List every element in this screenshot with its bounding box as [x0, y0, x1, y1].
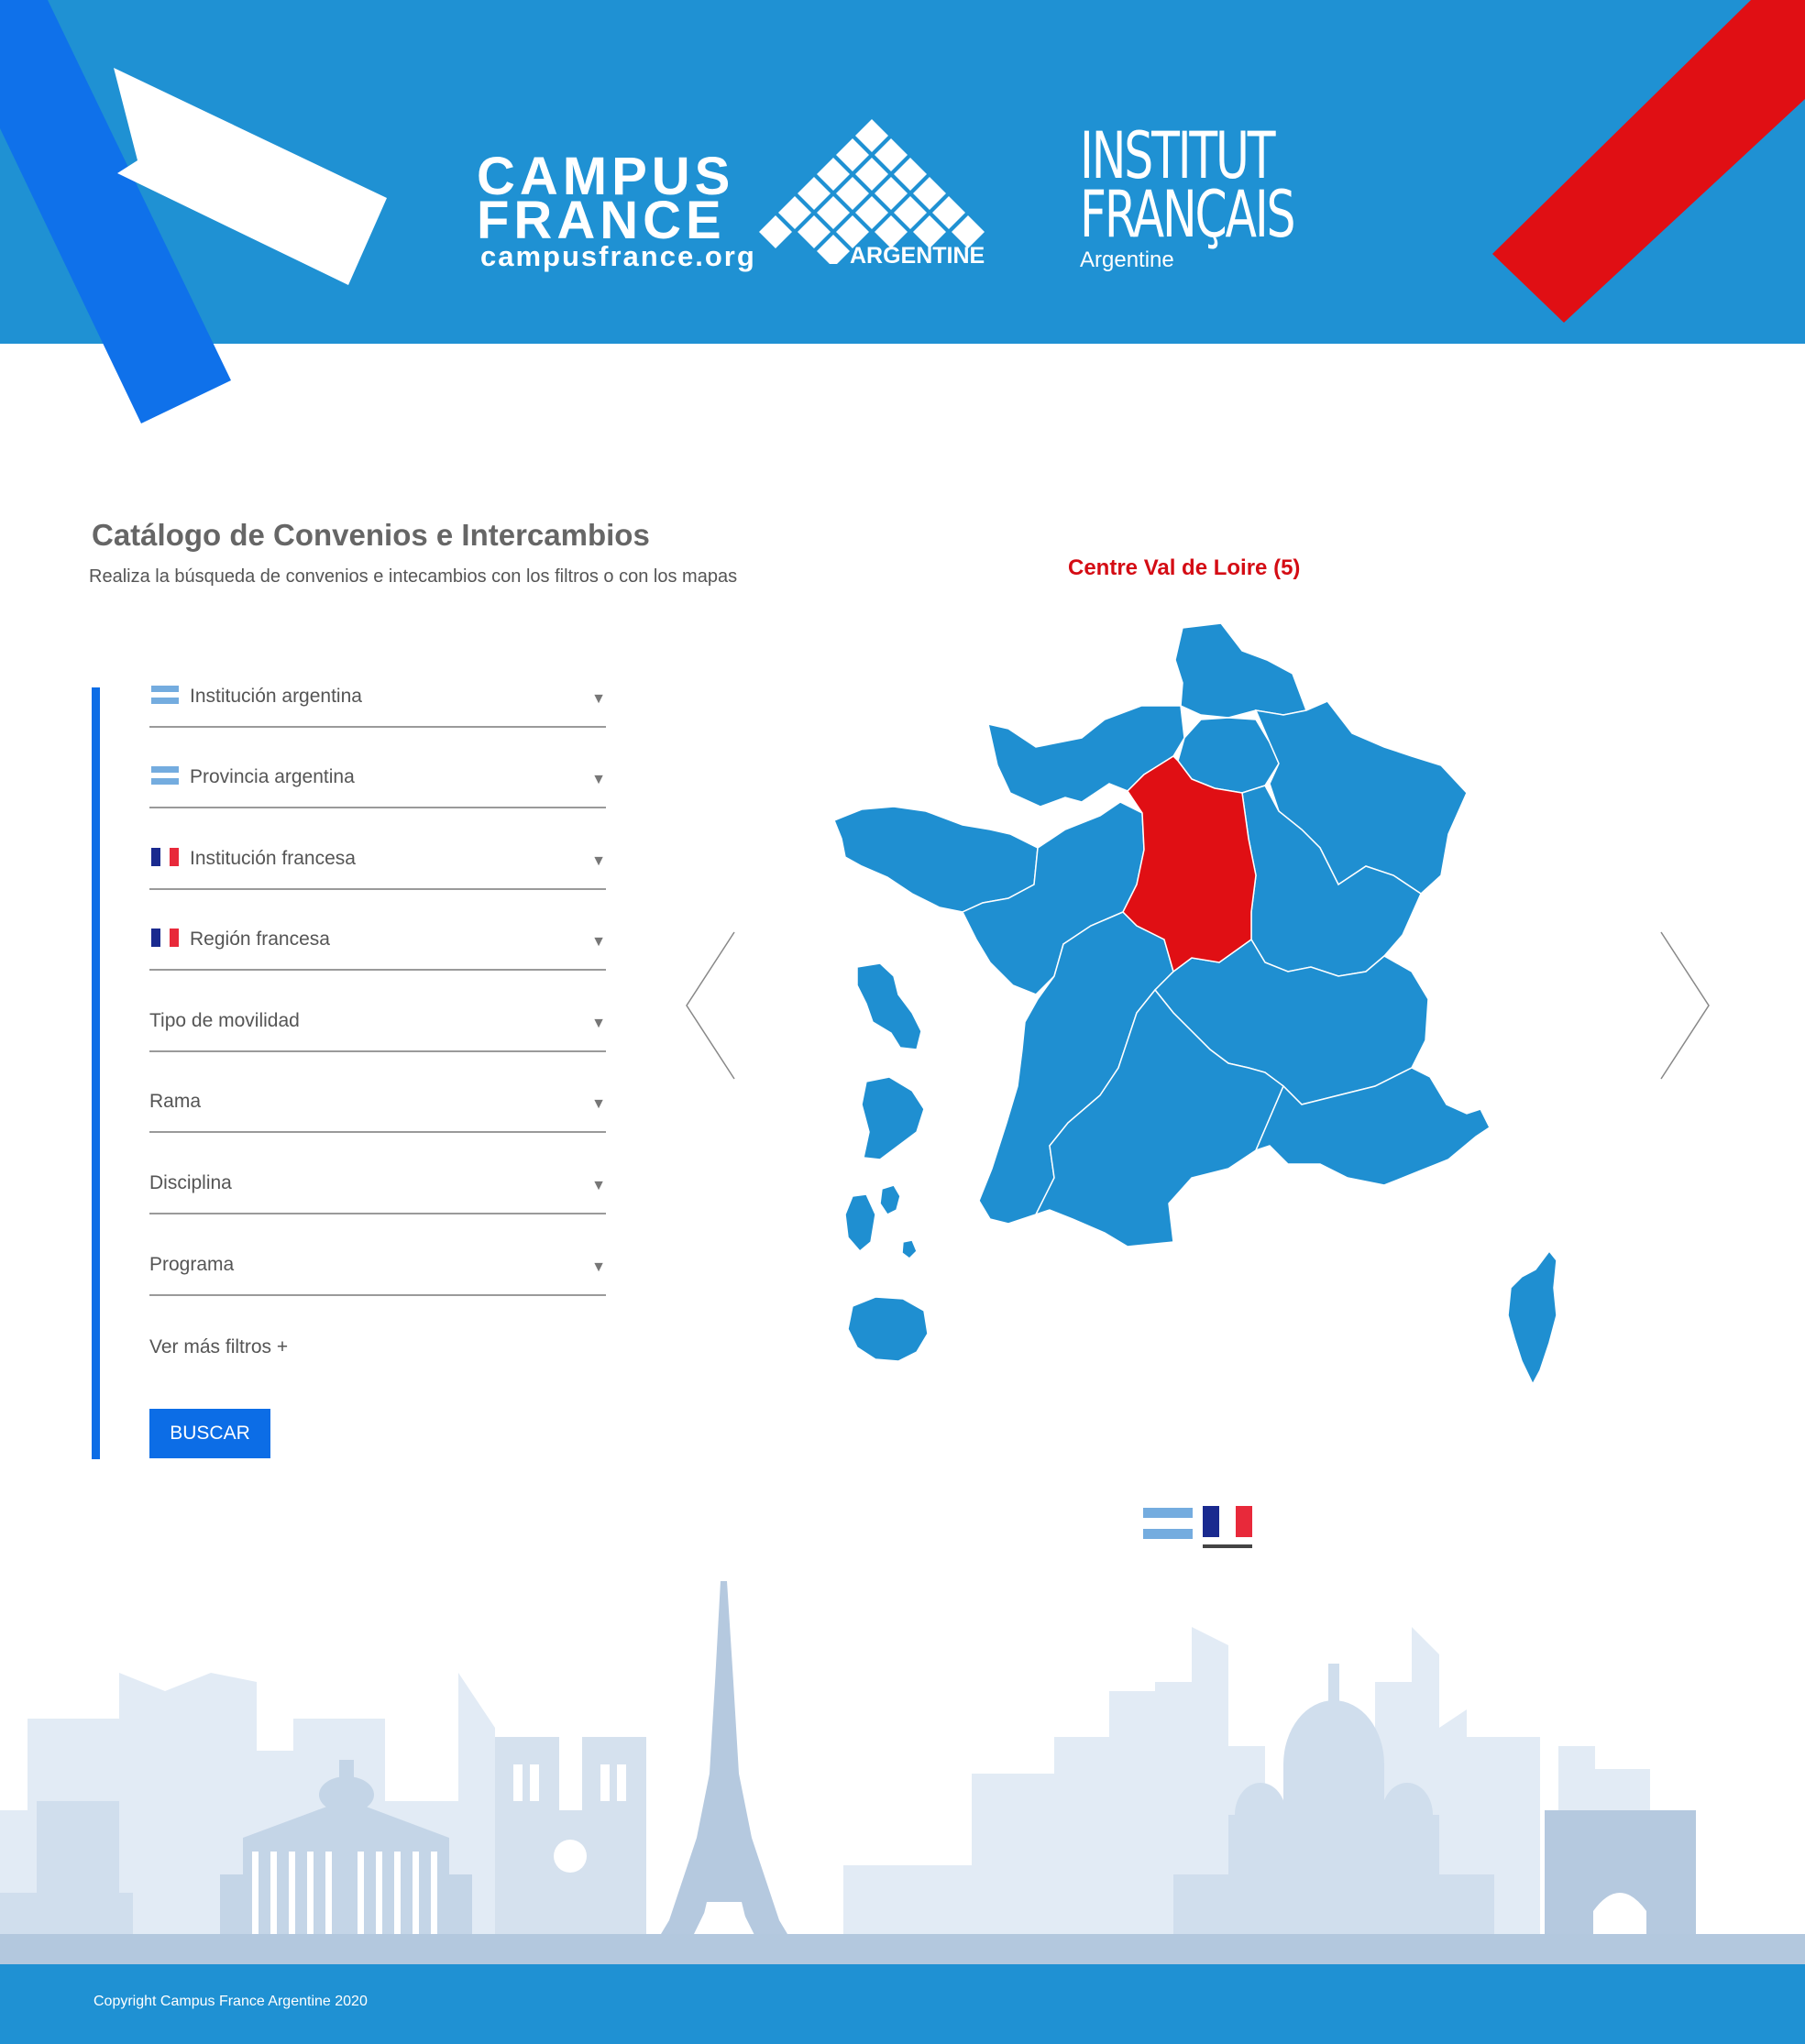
filter-label: Programa [149, 1254, 235, 1275]
more-filters-link[interactable]: Ver más filtros + [149, 1336, 288, 1358]
paris-skyline-illustration [0, 1581, 1805, 1966]
chevron-down-icon: ▼ [591, 1016, 606, 1031]
header: CAMPUS FRANCE campusfrance.org ARGENTINE… [0, 0, 1805, 344]
campus-logo-country: ARGENTINE [850, 243, 985, 269]
filter-label: Institución francesa [190, 848, 356, 869]
france-flag-icon [151, 848, 179, 866]
footer: Copyright Campus France Argentine 2020 [0, 1964, 1805, 2044]
page-title: Catálogo de Convenios e Intercambios [92, 518, 650, 552]
filter-programa[interactable]: Programa ▼ [149, 1254, 606, 1296]
filter-tipo-movilidad[interactable]: Tipo de movilidad ▼ [149, 1010, 606, 1052]
filter-label: Rama [149, 1091, 202, 1112]
filter-provincia-argentina[interactable]: Provincia argentina ▼ [149, 766, 606, 808]
france-flag-icon [151, 929, 179, 947]
page-subtitle: Realiza la búsqueda de convenios e intec… [89, 566, 738, 587]
filter-label: Tipo de movilidad [149, 1010, 300, 1031]
chevron-down-icon: ▼ [591, 691, 606, 707]
chevron-down-icon: ▼ [591, 853, 606, 869]
filter-region-francesa[interactable]: Región francesa ▼ [149, 929, 606, 971]
filters-accent-bar [92, 687, 100, 1459]
copyright-text: Copyright Campus France Argentine 2020 [94, 1994, 368, 2009]
chevron-left-icon[interactable] [683, 930, 738, 1082]
region-corse[interactable] [1507, 1249, 1557, 1386]
argentina-flag-icon [151, 766, 179, 785]
chevron-down-icon: ▼ [591, 934, 606, 950]
filter-rama[interactable]: Rama ▼ [149, 1091, 606, 1133]
red-ribbon-decoration [1492, 0, 1805, 323]
active-toggle-indicator [1203, 1544, 1252, 1548]
argentina-flag-icon [1143, 1508, 1193, 1539]
region-hauts-de-france[interactable] [1174, 622, 1308, 719]
search-button[interactable]: BUSCAR [149, 1409, 270, 1458]
france-map-toggle[interactable] [1203, 1506, 1252, 1552]
argentina-flag-icon [151, 686, 179, 704]
region-guyane[interactable] [861, 1076, 925, 1160]
region-guadeloupe[interactable] [844, 1184, 918, 1259]
chevron-down-icon: ▼ [591, 1178, 606, 1193]
chevron-right-icon[interactable] [1657, 930, 1712, 1082]
chevron-down-icon: ▼ [591, 772, 606, 787]
region-martinique[interactable] [856, 962, 922, 1050]
filter-institucion-francesa[interactable]: Institución francesa ▼ [149, 848, 606, 890]
france-map[interactable] [825, 610, 1586, 1398]
france-flag-icon [1203, 1506, 1252, 1537]
institut-francais-logo[interactable]: INSTITUT FRANÇAIS Argentine [1080, 124, 1377, 273]
argentina-map-toggle[interactable] [1143, 1508, 1193, 1539]
filter-label: Institución argentina [190, 686, 362, 707]
institut-logo-line2: FRANÇAIS [1080, 177, 1296, 252]
chevron-down-icon: ▼ [591, 1096, 606, 1112]
filter-label: Región francesa [190, 929, 330, 950]
region-reunion[interactable] [847, 1296, 929, 1362]
filter-label: Provincia argentina [190, 766, 355, 787]
pyramid-logo-icon [759, 119, 985, 264]
filter-institucion-argentina[interactable]: Institución argentina ▼ [149, 686, 606, 728]
filter-label: Disciplina [149, 1172, 232, 1193]
campus-logo-url: campusfrance.org [480, 240, 756, 272]
selected-region-title: Centre Val de Loire (5) [1068, 555, 1301, 580]
filter-disciplina[interactable]: Disciplina ▼ [149, 1172, 606, 1214]
campus-france-logo[interactable]: CAMPUS FRANCE campusfrance.org ARGENTINE [477, 110, 990, 280]
region-bretagne[interactable] [833, 806, 1039, 913]
chevron-down-icon: ▼ [591, 1259, 606, 1275]
